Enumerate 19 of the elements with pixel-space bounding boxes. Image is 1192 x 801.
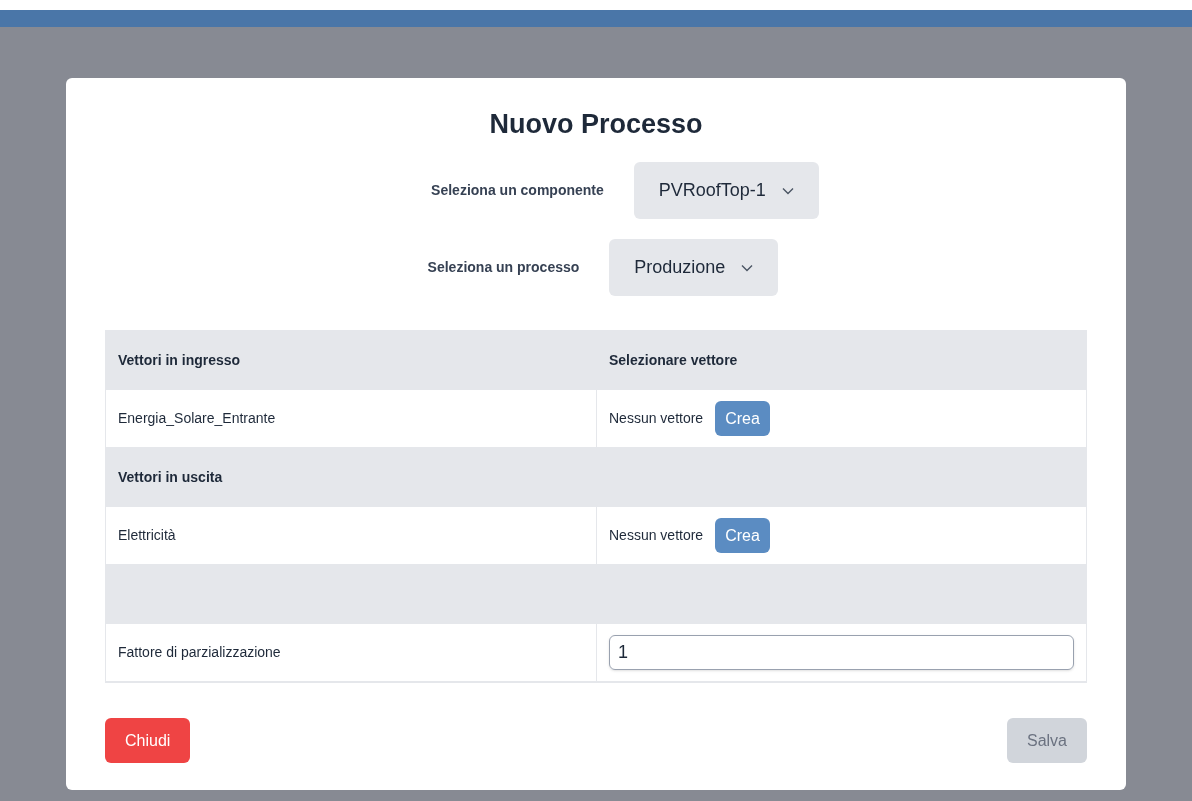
chevron-down-icon [741, 263, 754, 272]
select-label: Seleziona un componente [431, 181, 604, 200]
close-button[interactable]: Chiudi [105, 718, 191, 763]
dropdown-select[interactable]: PVRoofTop-1 [633, 162, 819, 219]
table-cell-text: Fattore di parzializzazione [118, 643, 281, 662]
table-cell-text: Nessun vettore [609, 409, 704, 428]
create-button[interactable]: Crea [715, 518, 770, 553]
column-header: Vettori in ingresso [118, 350, 241, 370]
dialog-title: Nuovo Processo [488, 108, 704, 141]
select-label: Seleziona un processo [427, 258, 580, 277]
table-cell-text: Nessun vettore [609, 526, 704, 545]
create-button[interactable]: Crea [715, 401, 770, 436]
chevron-down-icon [781, 186, 794, 195]
section-header: Vettori in uscita [118, 467, 223, 487]
input-field[interactable]: 1 [609, 635, 1074, 670]
dropdown-select[interactable]: Produzione [609, 239, 779, 296]
table-cell-text: Energia_Solare_Entrante [118, 409, 276, 428]
column-header: Selezionare vettore [609, 350, 738, 370]
table-cell-text: Elettricità [118, 526, 176, 545]
